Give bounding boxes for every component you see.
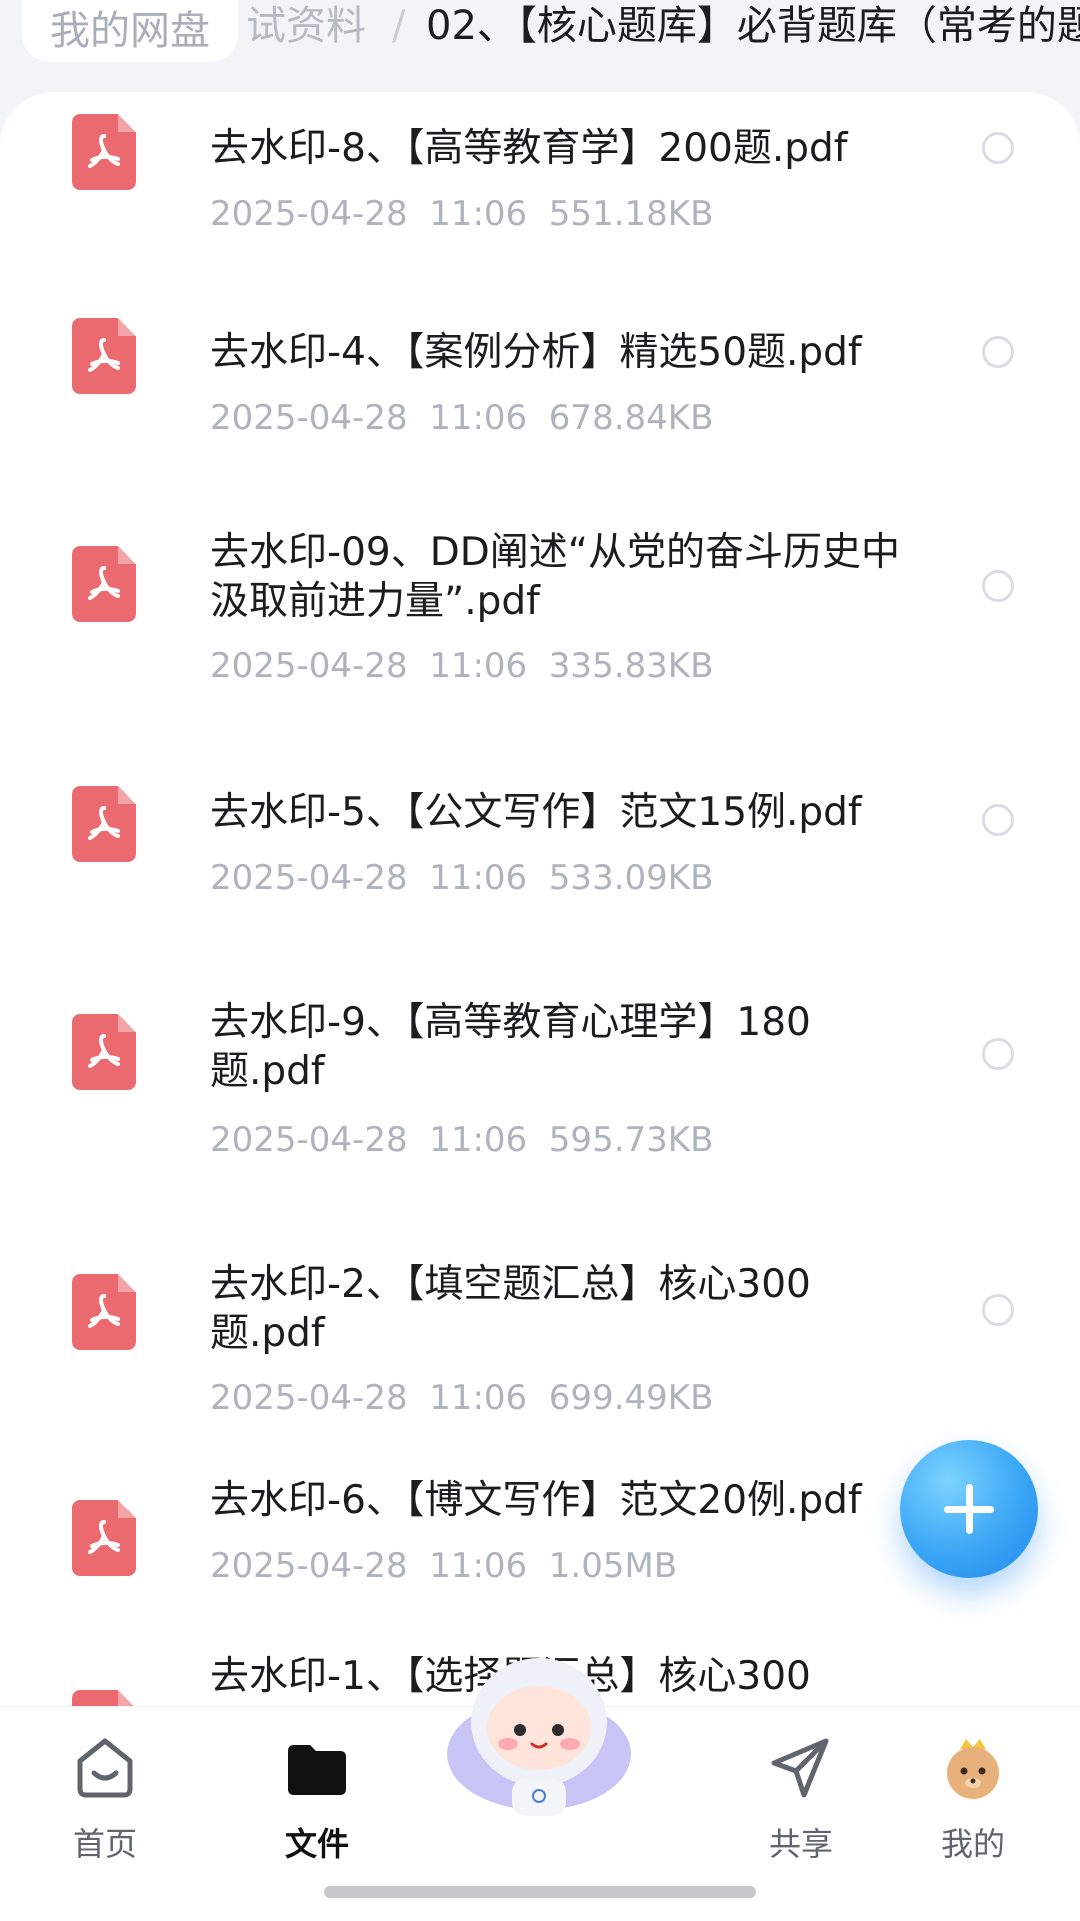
pdf-icon bbox=[72, 546, 136, 622]
pdf-icon bbox=[72, 786, 136, 862]
tab-me-label: 我的 bbox=[940, 1825, 1005, 1863]
tab-share[interactable]: 共享 bbox=[738, 1727, 858, 1863]
select-radio[interactable] bbox=[982, 1038, 1014, 1070]
file-name: 去水印-4、【案例分析】精选50题.pdf bbox=[210, 330, 862, 375]
mascot-icon[interactable] bbox=[432, 1648, 646, 1818]
home-icon bbox=[77, 1738, 133, 1798]
folder-icon bbox=[288, 1745, 346, 1795]
list-item[interactable]: 去水印-9、【高等教育心理学】180题.pdf 2025-04-28 11:06… bbox=[0, 968, 1080, 1230]
breadcrumb-current: 02、【核心题库】必背题库（常考的题 bbox=[426, 3, 1080, 49]
list-item[interactable]: 去水印-09、DD阐述“从党的奋斗历史中汲取前进力量”.pdf 2025-04-… bbox=[0, 498, 1080, 758]
file-name: 去水印-9、【高等教育心理学】180题.pdf bbox=[210, 1000, 811, 1094]
breadcrumb: 试资料 / 02、【核心题库】必背题库（常考的题 我的网盘 bbox=[0, 0, 1080, 70]
file-name: 去水印-2、【填空题汇总】核心300题.pdf bbox=[210, 1262, 811, 1356]
avatar-icon bbox=[947, 1739, 999, 1799]
file-meta: 2025-04-28 11:06 595.73KB bbox=[210, 1120, 714, 1160]
tab-files-label: 文件 bbox=[284, 1825, 349, 1863]
tab-files[interactable]: 文件 bbox=[254, 1727, 374, 1863]
select-radio[interactable] bbox=[982, 804, 1014, 836]
breadcrumb-root[interactable]: 我的网盘 bbox=[22, 0, 238, 62]
select-radio[interactable] bbox=[982, 336, 1014, 368]
file-name: 去水印-8、【高等教育学】200题.pdf bbox=[210, 126, 848, 171]
pdf-icon bbox=[72, 1500, 136, 1576]
file-meta: 2025-04-28 11:06 678.84KB bbox=[210, 398, 714, 438]
file-meta: 2025-04-28 11:06 533.09KB bbox=[210, 858, 714, 898]
tab-home-label: 首页 bbox=[72, 1825, 137, 1863]
file-name: 去水印-6、【博文写作】范文20例.pdf bbox=[210, 1478, 862, 1523]
list-item[interactable]: 去水印-8、【高等教育学】200题.pdf 2025-04-28 11:06 5… bbox=[0, 92, 1080, 292]
select-radio[interactable] bbox=[982, 570, 1014, 602]
file-name: 去水印-5、【公文写作】范文15例.pdf bbox=[210, 790, 862, 835]
pdf-icon bbox=[72, 318, 136, 394]
home-indicator bbox=[324, 1886, 756, 1898]
breadcrumb-parent[interactable]: 试资料 bbox=[246, 0, 366, 52]
app-screen: 试资料 / 02、【核心题库】必背题库（常考的题 我的网盘 去水印-8、【高等教… bbox=[0, 0, 1080, 1921]
select-radio[interactable] bbox=[982, 132, 1014, 164]
file-meta: 2025-04-28 11:06 551.18KB bbox=[210, 194, 714, 234]
add-button[interactable] bbox=[900, 1440, 1038, 1578]
send-icon bbox=[771, 1738, 829, 1798]
pdf-icon bbox=[72, 1014, 136, 1090]
file-meta: 2025-04-28 11:06 335.83KB bbox=[210, 646, 714, 686]
tab-me[interactable]: 我的 bbox=[910, 1727, 1030, 1863]
breadcrumb-separator: / bbox=[392, 3, 406, 49]
select-radio[interactable] bbox=[982, 1294, 1014, 1326]
list-item[interactable]: 去水印-4、【案例分析】精选50题.pdf 2025-04-28 11:06 6… bbox=[0, 292, 1080, 498]
file-meta: 2025-04-28 11:06 699.49KB bbox=[210, 1378, 714, 1418]
list-item[interactable]: 去水印-2、【填空题汇总】核心300题.pdf 2025-04-28 11:06… bbox=[0, 1230, 1080, 1476]
tab-share-label: 共享 bbox=[768, 1825, 833, 1863]
pdf-icon bbox=[72, 114, 136, 190]
file-meta: 2025-04-28 11:06 1.05MB bbox=[210, 1546, 678, 1586]
pdf-icon bbox=[72, 1274, 136, 1350]
tab-home[interactable]: 首页 bbox=[42, 1727, 162, 1863]
list-item[interactable]: 去水印-5、【公文写作】范文15例.pdf 2025-04-28 11:06 5… bbox=[0, 758, 1080, 968]
file-name: 去水印-09、DD阐述“从党的奋斗历史中汲取前进力量”.pdf bbox=[210, 530, 900, 624]
